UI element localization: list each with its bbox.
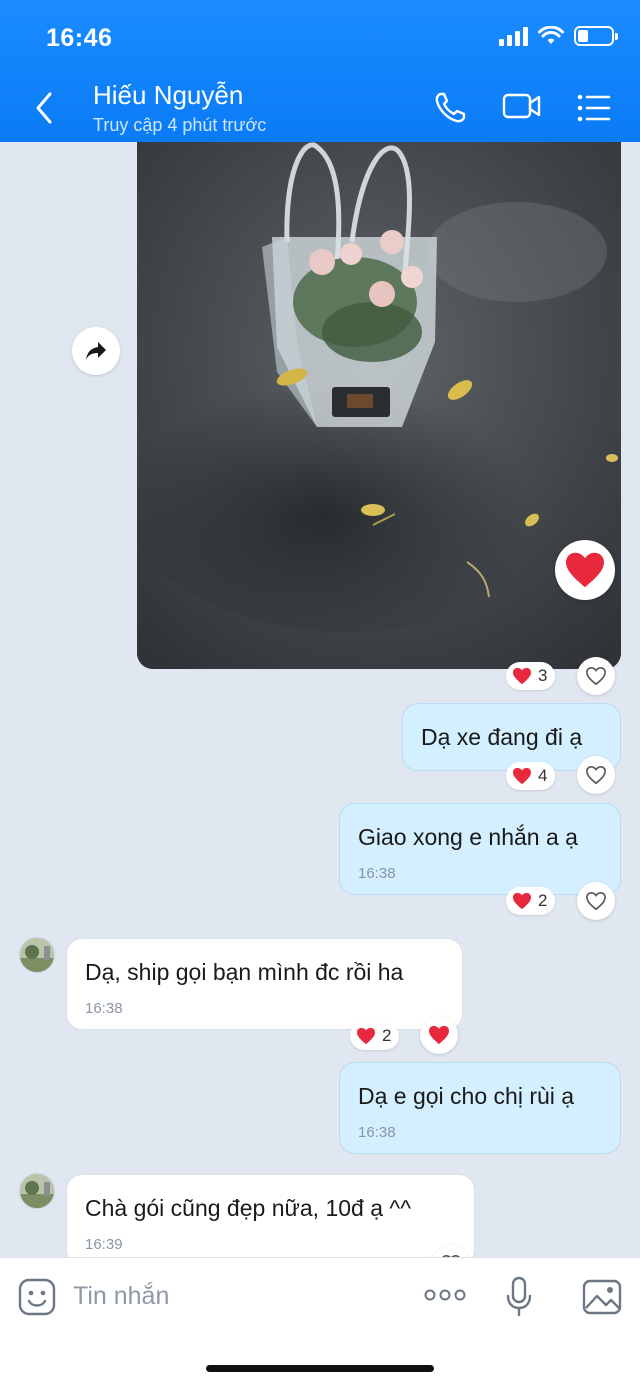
message-text: Dạ, ship gọi bạn mình đc rồi ha bbox=[85, 959, 404, 985]
contact-status: Truy cập 4 phút trước bbox=[93, 115, 267, 135]
status-time: 16:46 bbox=[46, 24, 113, 52]
chat-header: 16:46 Hiếu Nguyễn Truy cập 4 phút trước bbox=[0, 0, 640, 142]
photo-bouquet-image bbox=[137, 142, 621, 669]
message-time: 16:38 bbox=[358, 1124, 396, 1141]
heart-icon bbox=[357, 1027, 375, 1045]
message-input[interactable]: Tin nhắn bbox=[73, 1282, 169, 1311]
wifi-icon bbox=[538, 26, 564, 44]
emoji-icon[interactable] bbox=[18, 1278, 56, 1316]
react-button-active[interactable] bbox=[420, 1016, 458, 1054]
avatar-image bbox=[20, 1174, 54, 1208]
signal-icon bbox=[499, 26, 528, 46]
heart-outline-icon bbox=[586, 765, 606, 785]
big-heart-reaction[interactable] bbox=[555, 540, 615, 600]
status-icons bbox=[499, 26, 618, 46]
reaction-summary[interactable]: 3 bbox=[506, 662, 556, 690]
their-message-bubble[interactable]: Chà gói cũng đẹp nữa, 10đ ạ ^^ 16:39 bbox=[66, 1174, 475, 1257]
reaction-summary[interactable]: 2 bbox=[350, 1022, 400, 1050]
contact-name[interactable]: Hiếu Nguyễn bbox=[93, 80, 243, 111]
react-button[interactable] bbox=[577, 756, 615, 794]
reaction-count: 3 bbox=[538, 666, 548, 685]
message-time: 16:38 bbox=[358, 865, 396, 882]
home-indicator bbox=[206, 1365, 434, 1372]
reaction-count: 4 bbox=[538, 766, 548, 785]
avatar-image bbox=[20, 938, 54, 972]
their-message-bubble[interactable]: Dạ, ship gọi bạn mình đc rồi ha 16:38 bbox=[66, 938, 463, 1030]
reaction-count: 2 bbox=[382, 1026, 392, 1045]
image-message[interactable] bbox=[137, 142, 621, 669]
my-message-bubble[interactable]: Dạ e gọi cho chị rùi ạ 16:38 bbox=[339, 1062, 621, 1154]
reaction-summary[interactable]: 2 bbox=[506, 887, 556, 915]
heart-icon bbox=[566, 552, 604, 588]
message-time: 16:39 bbox=[85, 1236, 123, 1253]
message-text: Giao xong e nhắn a ạ bbox=[358, 824, 578, 850]
battery-icon bbox=[574, 26, 618, 46]
menu-icon[interactable] bbox=[577, 94, 611, 122]
message-text: Dạ e gọi cho chị rùi ạ bbox=[358, 1083, 575, 1109]
phone-icon[interactable] bbox=[432, 90, 468, 126]
message-list[interactable]: 3 Dạ xe đang đi ạ 4 Giao xong e nhắn a ạ… bbox=[0, 142, 640, 1257]
microphone-icon[interactable] bbox=[505, 1276, 533, 1318]
message-composer: Tin nhắn bbox=[0, 1257, 640, 1385]
reaction-summary[interactable]: 4 bbox=[506, 762, 556, 790]
back-icon[interactable] bbox=[30, 88, 60, 128]
contact-avatar[interactable] bbox=[19, 1173, 55, 1209]
reaction-count: 2 bbox=[538, 891, 548, 910]
heart-icon bbox=[513, 767, 531, 785]
react-button[interactable] bbox=[577, 882, 615, 920]
heart-icon bbox=[513, 667, 531, 685]
heart-outline-icon bbox=[586, 666, 606, 686]
my-message-bubble[interactable]: Giao xong e nhắn a ạ 16:38 bbox=[339, 803, 621, 895]
react-button[interactable] bbox=[577, 657, 615, 695]
heart-icon bbox=[513, 892, 531, 910]
forward-button[interactable] bbox=[72, 327, 120, 375]
video-call-icon[interactable] bbox=[502, 90, 542, 122]
heart-icon bbox=[429, 1025, 449, 1045]
image-icon[interactable] bbox=[582, 1278, 622, 1316]
share-arrow-icon bbox=[86, 342, 106, 360]
more-icon[interactable] bbox=[423, 1288, 467, 1302]
message-time: 16:38 bbox=[85, 1000, 123, 1017]
message-text: Chà gói cũng đẹp nữa, 10đ ạ ^^ bbox=[85, 1195, 411, 1221]
message-text: Dạ xe đang đi ạ bbox=[421, 724, 583, 750]
contact-avatar[interactable] bbox=[19, 937, 55, 973]
heart-outline-icon bbox=[586, 891, 606, 911]
